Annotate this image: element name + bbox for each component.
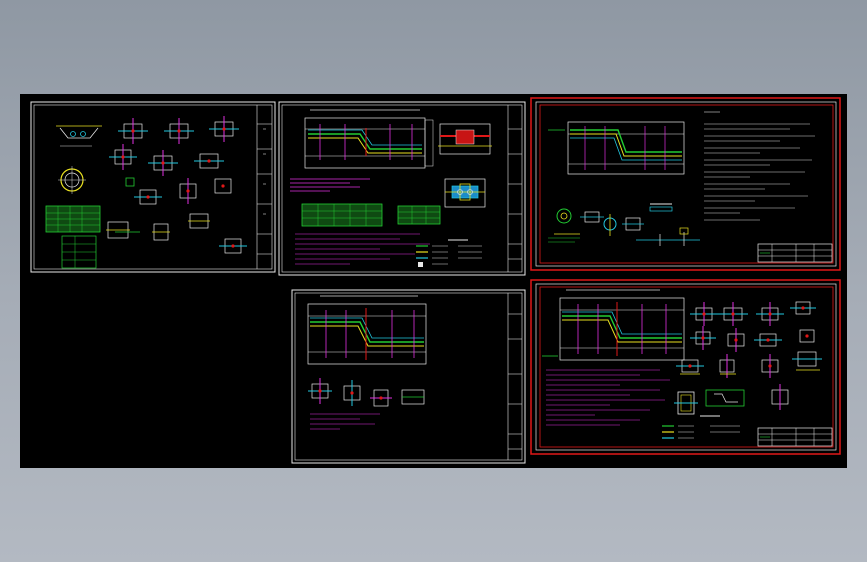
drawing-sheet-1[interactable] bbox=[30, 101, 276, 273]
sheet-2-pipeline-plan bbox=[304, 109, 434, 169]
sheet-2-valve-chamber-detail bbox=[438, 123, 492, 208]
drawing-sheet-3[interactable] bbox=[530, 97, 841, 271]
sheet-5-detail-blocks bbox=[676, 301, 822, 410]
drawing-sheet-2[interactable] bbox=[278, 101, 526, 276]
cad-drawing-viewport[interactable] bbox=[20, 94, 847, 468]
sheet-3-title-block bbox=[757, 243, 833, 263]
sheet-2-notes bbox=[290, 178, 370, 192]
sheet-2-spec-lines bbox=[295, 233, 430, 265]
sheet-2-quantity-table-a bbox=[301, 203, 383, 227]
sheet-3-pipeline-plan bbox=[548, 121, 685, 175]
sheet-4-title-block bbox=[508, 313, 522, 450]
drawing-canvas bbox=[30, 97, 841, 464]
sheet-5-notes bbox=[546, 369, 670, 426]
sheet-5-legend bbox=[662, 415, 740, 439]
sheet-4-pipeline-plan bbox=[307, 295, 427, 365]
sheet-5-chamber-section bbox=[674, 389, 745, 415]
sheet-3-design-notes bbox=[704, 111, 815, 221]
sheet-1-manhole-plan bbox=[58, 166, 86, 194]
sheet-1-detail-blocks bbox=[106, 116, 247, 254]
sheet-1-title-block bbox=[256, 105, 272, 269]
drawing-sheet-4[interactable] bbox=[291, 289, 526, 464]
sheet-1-material-table bbox=[45, 205, 101, 269]
drawing-sheet-5[interactable] bbox=[530, 279, 841, 455]
sheet-5-title-block bbox=[757, 427, 833, 447]
sheet-4-detail-blocks bbox=[308, 378, 425, 407]
sheet-5-pipeline-plan bbox=[542, 289, 685, 361]
sheet-4-notes bbox=[310, 413, 380, 430]
sheet-3-section-details bbox=[548, 203, 700, 246]
sheet-2-title-block bbox=[508, 128, 522, 260]
sheet-2-quantity-table-b bbox=[397, 205, 441, 225]
sheet-1-trench-section bbox=[56, 125, 102, 147]
